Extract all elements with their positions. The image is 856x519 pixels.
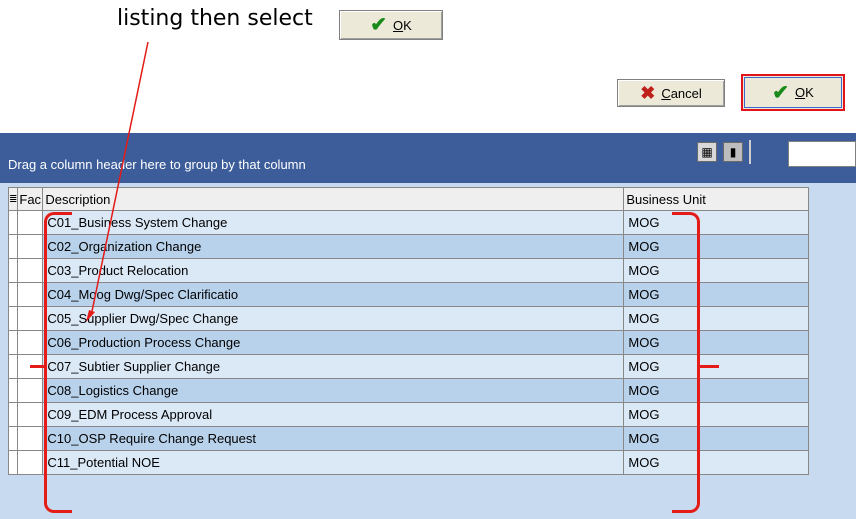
- business-unit-cell[interactable]: MOG: [623, 378, 810, 403]
- header-row: ≣ Fac Description Business Unit: [7, 187, 810, 211]
- fac-cell: [17, 306, 44, 331]
- save-layout-icon[interactable]: ▦: [697, 142, 717, 162]
- description-cell[interactable]: C10_OSP Require Change Request: [42, 426, 625, 451]
- business-unit-cell[interactable]: MOG: [623, 402, 810, 427]
- business-unit-cell[interactable]: MOG: [623, 258, 810, 283]
- fac-cell: [17, 330, 44, 355]
- fac-cell: [17, 210, 44, 235]
- description-cell[interactable]: C04_Moog Dwg/Spec Clarificatio: [42, 282, 625, 307]
- row-selector[interactable]: [7, 210, 19, 235]
- fac-cell: [17, 402, 44, 427]
- row-selector[interactable]: [7, 258, 19, 283]
- description-cell[interactable]: C11_Potential NOE: [42, 450, 625, 475]
- row-selector[interactable]: [7, 402, 19, 427]
- business-unit-cell[interactable]: MOG: [623, 306, 810, 331]
- row-selector[interactable]: [7, 234, 19, 259]
- cancel-button[interactable]: ✖ Cancel: [617, 79, 725, 107]
- ok-button-example[interactable]: ✔ OK: [339, 10, 443, 40]
- column-header-business-unit[interactable]: Business Unit: [623, 187, 810, 211]
- column-header-description[interactable]: Description: [42, 187, 625, 211]
- fac-cell: [17, 234, 44, 259]
- description-cell[interactable]: C02_Organization Change: [42, 234, 625, 259]
- grid-toolbar: ▦ ▮: [697, 140, 751, 164]
- business-unit-cell[interactable]: MOG: [623, 234, 810, 259]
- fac-cell: [17, 426, 44, 451]
- checkmark-icon: ✔: [370, 14, 387, 36]
- column-header-fac[interactable]: Fac: [17, 187, 44, 211]
- toolbar-input[interactable]: [788, 141, 856, 167]
- checkmark-icon: ✔: [772, 81, 789, 104]
- business-unit-cell[interactable]: MOG: [623, 282, 810, 307]
- close-icon: ✖: [640, 83, 656, 103]
- ok-button[interactable]: ✔ OK: [741, 74, 845, 111]
- row-selector-header[interactable]: ≣: [7, 187, 19, 211]
- description-cell[interactable]: C08_Logistics Change: [42, 378, 625, 403]
- row-selector[interactable]: [7, 450, 19, 475]
- group-by-bar[interactable]: Drag a column header here to group by th…: [0, 133, 856, 183]
- business-unit-cell[interactable]: MOG: [623, 210, 810, 235]
- description-cell[interactable]: C03_Product Relocation: [42, 258, 625, 283]
- ok-label: OK: [794, 85, 814, 100]
- cancel-label: Cancel: [661, 85, 702, 101]
- fac-cell: [17, 450, 44, 475]
- left-bracket-tick: [30, 365, 46, 368]
- instruction-caption: listing then select: [117, 6, 313, 31]
- delete-icon[interactable]: ▮: [723, 142, 743, 162]
- right-bracket-tick: [699, 365, 719, 368]
- left-bracket-annotation: [44, 212, 72, 513]
- ok-label: OK: [392, 17, 412, 33]
- description-cell[interactable]: C07_Subtier Supplier Change: [42, 354, 625, 379]
- row-selector[interactable]: [7, 330, 19, 355]
- description-cell[interactable]: C09_EDM Process Approval: [42, 402, 625, 427]
- row-selector[interactable]: [7, 282, 19, 307]
- ok-button-focus-ring: ✔ OK: [744, 77, 842, 108]
- description-cell[interactable]: C01_Business System Change: [42, 210, 625, 235]
- group-by-hint: Drag a column header here to group by th…: [8, 157, 306, 172]
- row-selector[interactable]: [7, 378, 19, 403]
- lookup-grid: ≣ Fac Description Business Unit C01_Busi…: [0, 183, 856, 519]
- row-selector[interactable]: [7, 354, 19, 379]
- business-unit-cell[interactable]: MOG: [623, 330, 810, 355]
- row-selector[interactable]: [7, 306, 19, 331]
- description-cell[interactable]: C06_Production Process Change: [42, 330, 625, 355]
- right-bracket-annotation: [672, 212, 700, 513]
- business-unit-cell[interactable]: MOG: [623, 426, 810, 451]
- business-unit-cell[interactable]: MOG: [623, 450, 810, 475]
- fac-cell: [17, 258, 44, 283]
- toolbar-separator: [749, 140, 751, 164]
- fac-cell: [17, 378, 44, 403]
- description-cell[interactable]: C05_Supplier Dwg/Spec Change: [42, 306, 625, 331]
- row-selector[interactable]: [7, 426, 19, 451]
- fac-cell: [17, 282, 44, 307]
